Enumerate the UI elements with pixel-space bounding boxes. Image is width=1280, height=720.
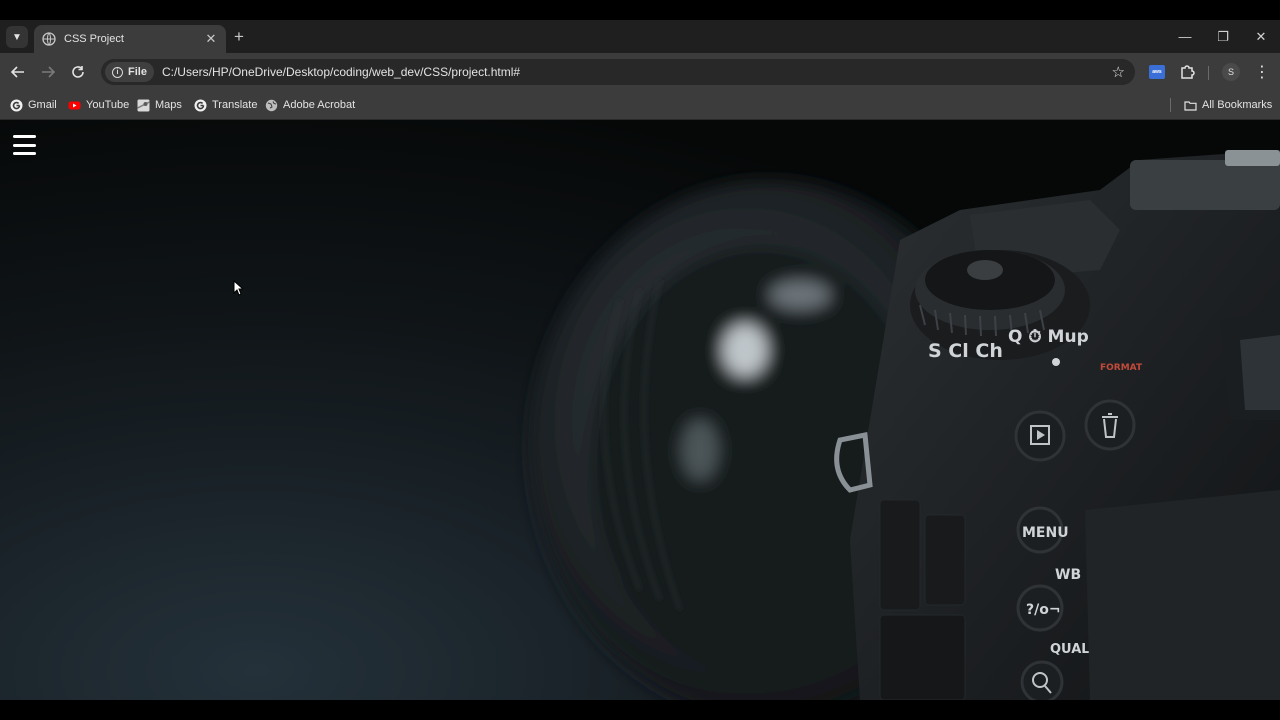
url-text[interactable]: C:/Users/HP/OneDrive/Desktop/coding/web_… — [162, 65, 520, 79]
menu-label: MENU — [1022, 525, 1069, 541]
bookmark-translate[interactable]: Translate — [194, 97, 257, 113]
bottom-black-frame — [0, 700, 1280, 720]
restore-icon[interactable]: ❐ — [1204, 20, 1242, 53]
help-label: ?/o¬ — [1026, 602, 1061, 618]
close-tab-icon[interactable]: ✕ — [204, 31, 218, 47]
window-controls: — ❐ ✕ — [1166, 20, 1280, 53]
tab-strip: ▼ CSS Project ✕ + — ❐ ✕ — [0, 20, 1280, 53]
tab-active[interactable]: CSS Project ✕ — [34, 25, 226, 53]
more-menu-icon[interactable]: ⋮ — [1254, 62, 1270, 82]
tab-search-button[interactable]: ▼ — [6, 26, 28, 48]
info-icon: i — [112, 66, 123, 78]
profile-avatar[interactable]: S — [1222, 63, 1240, 81]
page-viewport: S Cl Ch Q ⏱ Mup FORMAT MENU WB ?/o¬ QUAL — [0, 120, 1280, 700]
bookmarks-divider — [1170, 98, 1171, 112]
youtube-icon — [68, 99, 81, 112]
close-window-icon[interactable]: ✕ — [1242, 20, 1280, 53]
toolbar-divider — [1208, 66, 1209, 80]
dial-modes-label: S Cl Ch — [928, 340, 1003, 362]
aws-extension-icon[interactable]: aws — [1149, 65, 1165, 79]
maps-icon — [137, 99, 150, 112]
format-label: FORMAT — [1100, 363, 1143, 373]
google-g-icon — [194, 99, 207, 112]
mouse-cursor-icon — [233, 280, 243, 296]
chevron-down-icon: ▼ — [12, 31, 22, 43]
reload-icon[interactable] — [69, 63, 87, 81]
folder-icon — [1184, 99, 1197, 112]
scheme-label: File — [128, 66, 147, 78]
tab-title: CSS Project — [64, 33, 124, 45]
bookmark-maps[interactable]: Maps — [137, 97, 182, 113]
bookmark-adobe-acrobat[interactable]: Adobe Acrobat — [265, 97, 355, 113]
all-bookmarks-button[interactable]: All Bookmarks — [1184, 97, 1272, 113]
bookmarks-bar: Gmail YouTube Maps Translate Adobe Acrob… — [0, 91, 1280, 120]
extensions-puzzle-icon[interactable] — [1178, 62, 1198, 82]
camera-hero-image: S Cl Ch Q ⏱ Mup FORMAT MENU WB ?/o¬ QUAL — [530, 150, 1280, 700]
hamburger-menu-icon[interactable] — [13, 135, 36, 155]
site-info-chip[interactable]: i File — [105, 62, 154, 82]
top-black-frame — [0, 0, 1280, 20]
address-bar[interactable]: i File C:/Users/HP/OneDrive/Desktop/codi… — [101, 59, 1135, 85]
back-arrow-icon[interactable] — [9, 63, 27, 81]
dial-right-label: Q ⏱ Mup — [1008, 327, 1089, 347]
bookmark-gmail[interactable]: Gmail — [10, 97, 57, 113]
browser-toolbar: i File C:/Users/HP/OneDrive/Desktop/codi… — [0, 53, 1280, 91]
qual-label: QUAL — [1050, 642, 1090, 657]
new-tab-button[interactable]: + — [234, 28, 244, 45]
bookmark-star-icon[interactable]: ☆ — [1112, 63, 1125, 81]
globe-icon — [265, 99, 278, 112]
minimize-icon[interactable]: — — [1166, 20, 1204, 53]
globe-icon — [42, 32, 56, 46]
forward-arrow-icon[interactable] — [39, 63, 57, 81]
bookmark-youtube[interactable]: YouTube — [68, 97, 129, 113]
google-g-icon — [10, 99, 23, 112]
wb-label: WB — [1055, 567, 1081, 583]
